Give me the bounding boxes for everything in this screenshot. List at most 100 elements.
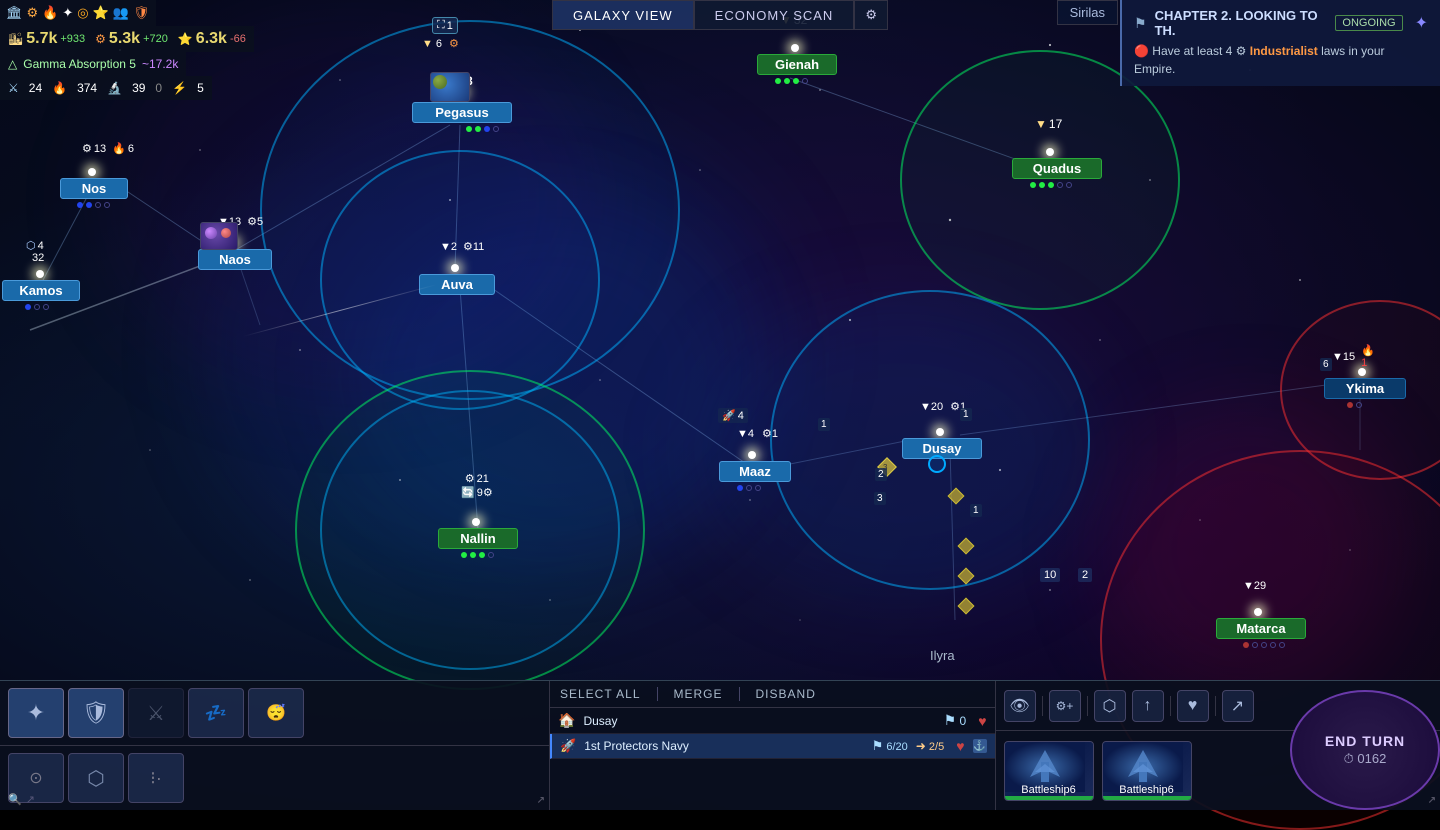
action-icon-hex[interactable]: ⬡ bbox=[1094, 690, 1126, 722]
nos-dots bbox=[77, 202, 110, 208]
separator2 bbox=[1087, 696, 1088, 716]
pegasus-ship-count: ⛶1 bbox=[432, 17, 458, 34]
ykima-dots bbox=[1347, 402, 1362, 408]
num-1a: 1 bbox=[970, 504, 982, 517]
quest-star-icon: ✦ bbox=[1415, 13, 1428, 33]
settings-btn[interactable]: ⚙ bbox=[854, 0, 888, 30]
num-badge-10: 10 bbox=[1040, 568, 1060, 582]
fleet-action-icons: ✦ ↗ 🛡 ↗ ⚔ 💤 ↗ 😴 ↗ � bbox=[0, 681, 549, 746]
fleet-btn-shield[interactable]: 🛡 ↗ bbox=[68, 688, 124, 738]
matarca-pop: ▼29 bbox=[1243, 580, 1266, 592]
kamos-pop: 32 bbox=[32, 252, 44, 264]
ship2-health-bar bbox=[1103, 796, 1191, 800]
system-label-quadus[interactable]: Quadus bbox=[1012, 158, 1102, 179]
system-label-ilyra[interactable]: Ilyra bbox=[930, 648, 955, 663]
system-label-ykima[interactable]: Ykima bbox=[1324, 378, 1406, 399]
bottom-panel: ✦ ↗ 🛡 ↗ ⚔ 💤 ↗ 😴 ↗ � bbox=[0, 680, 1440, 810]
action-icon-plus[interactable]: ⚙+ bbox=[1049, 690, 1081, 722]
fleet-row-dusay[interactable]: 🏠 Dusay ⚑ 0 ♥ bbox=[550, 708, 995, 734]
separator4 bbox=[1215, 696, 1216, 716]
star-nos bbox=[88, 168, 96, 176]
kamos-dots bbox=[25, 304, 49, 310]
fleet-anchor: ⚓ bbox=[973, 739, 987, 753]
nos-stats: ⚙13🔥6 bbox=[82, 142, 134, 155]
fleet-navy-heart: ♥ bbox=[956, 738, 964, 754]
naos-thumb bbox=[200, 222, 238, 250]
system-label-gienah[interactable]: Gienah bbox=[757, 54, 837, 75]
system-label-nallin[interactable]: Nallin bbox=[438, 528, 518, 549]
action-icon-eye[interactable]: 👁 bbox=[1004, 690, 1036, 722]
ship-thumb-2[interactable]: Battleship6 bbox=[1102, 741, 1192, 801]
economy-scan-btn[interactable]: ECONOMY SCAN bbox=[694, 0, 855, 30]
ship-thumb-1[interactable]: Battleship6 bbox=[1004, 741, 1094, 801]
quest-icon: 🔴 bbox=[1134, 44, 1152, 58]
select-all-btn[interactable]: SELECT ALL bbox=[560, 687, 641, 701]
system-label-nos[interactable]: Nos bbox=[60, 178, 128, 199]
fleet-row-navy[interactable]: 🚀 1st Protectors Navy ⚑ 6/20 ➜ 2/5 ♥ ⚓ bbox=[550, 734, 995, 759]
num-badge-2: 2 bbox=[1078, 568, 1092, 582]
star-kamos bbox=[36, 270, 44, 278]
nallin-stats: ⚙21 🔄9⚙ bbox=[461, 472, 493, 499]
fleet-navy-hp: ⚑ 6/20 bbox=[872, 738, 908, 754]
system-label-matarca[interactable]: Matarca bbox=[1216, 618, 1306, 639]
system-label-maaz[interactable]: Maaz bbox=[719, 461, 791, 482]
star-nallin bbox=[472, 518, 480, 526]
fleet-action-icons-row2: ⊙ ↗ ⬡ ↗ ⁝· ↗ 🔍 ↗ bbox=[0, 746, 549, 810]
star-matarca bbox=[1254, 608, 1262, 616]
fleet-icon-navy: 🚀 bbox=[560, 738, 576, 754]
search-icon-2: 🔍 bbox=[8, 793, 22, 806]
fleet-section: ✦ ↗ 🛡 ↗ ⚔ 💤 ↗ 😴 ↗ � bbox=[0, 681, 550, 810]
ship-unit-2 bbox=[960, 540, 972, 552]
pegasus-dots bbox=[442, 126, 522, 132]
fleet-list-header: SELECT ALL MERGE DISBAND bbox=[550, 681, 995, 708]
system-label-auva[interactable]: Auva bbox=[419, 274, 495, 295]
fleet-dusay-heart: ♥ bbox=[978, 713, 986, 729]
ship-unit-3 bbox=[960, 570, 972, 582]
star-auva bbox=[451, 264, 459, 272]
fleet-btn-swords[interactable]: ⚔ bbox=[128, 688, 184, 738]
num-3: 3 bbox=[874, 492, 886, 505]
fleet-btn-circle[interactable]: ⬡ ↗ bbox=[68, 753, 124, 803]
maaz-stats: ▼4⚙1 bbox=[737, 427, 778, 440]
separator3 bbox=[1170, 696, 1171, 716]
fleet-btn-rest[interactable]: 😴 ↗ bbox=[248, 688, 304, 738]
galaxy-view-btn[interactable]: GALAXY VIEW bbox=[552, 0, 694, 30]
fleet-icon-dusay: 🏠 bbox=[558, 712, 575, 729]
pegasus-stats: ▼6 ⚙ bbox=[422, 37, 459, 50]
fleet-btn-dots[interactable]: ⁝· ↗ bbox=[128, 753, 184, 803]
action-icon-up[interactable]: ↑ bbox=[1132, 690, 1164, 722]
filter-icon: ⚑ bbox=[1134, 15, 1147, 32]
num-1c: 1 bbox=[818, 418, 830, 431]
disband-btn[interactable]: DISBAND bbox=[756, 687, 816, 701]
ship-unit-1 bbox=[950, 490, 962, 502]
end-turn-icon: ⏱ bbox=[1344, 751, 1354, 766]
auva-stats: ▼2⚙11 bbox=[440, 240, 484, 253]
merge-btn[interactable]: MERGE bbox=[674, 687, 723, 701]
maaz-fleet-marker: 🚀4 bbox=[718, 408, 748, 423]
maaz-dots bbox=[737, 485, 761, 491]
star-dusay bbox=[936, 428, 944, 436]
system-label-kamos[interactable]: Kamos bbox=[2, 280, 80, 301]
row2-search: 🔍 ↗ bbox=[8, 793, 35, 806]
fleet-btn-sleep[interactable]: 💤 ↗ bbox=[188, 688, 244, 738]
action-icon-special[interactable]: ↗ bbox=[1222, 690, 1254, 722]
star-maaz bbox=[748, 451, 756, 459]
ship-unit-4 bbox=[960, 600, 972, 612]
fleet-btn-compass[interactable]: ✦ ↗ bbox=[8, 688, 64, 738]
expand-icon-2: ↗ bbox=[26, 793, 35, 806]
fleet-dusay-moves: ⚑ 0 bbox=[944, 712, 967, 729]
separator bbox=[1042, 696, 1043, 716]
dusay-indicator bbox=[928, 455, 946, 473]
action-icon-heart[interactable]: ♥ bbox=[1177, 690, 1209, 722]
view-buttons[interactable]: GALAXY VIEW ECONOMY SCAN ⚙ bbox=[552, 0, 888, 30]
end-turn-button[interactable]: END TURN ⏱ 0162 bbox=[1290, 690, 1440, 810]
quest-panel[interactable]: ⚑ CHAPTER 2. LOOKING TO TH. ONGOING ✦ 🔴 … bbox=[1120, 0, 1440, 86]
system-label-naos[interactable]: Naos bbox=[198, 249, 272, 270]
kamos-prod: ⬡4 bbox=[26, 239, 44, 252]
ykima-stats: ▼15🔥1 bbox=[1332, 344, 1375, 369]
num-1b: 1 bbox=[960, 408, 972, 421]
system-label-pegasus[interactable]: Pegasus bbox=[412, 102, 512, 123]
top-extra-label[interactable]: Sirilas bbox=[1057, 0, 1118, 25]
quest-body: 🔴 Have at least 4 ⚙ Industrialist laws i… bbox=[1134, 42, 1428, 78]
quadus-pop: ▼17 bbox=[1035, 117, 1062, 131]
